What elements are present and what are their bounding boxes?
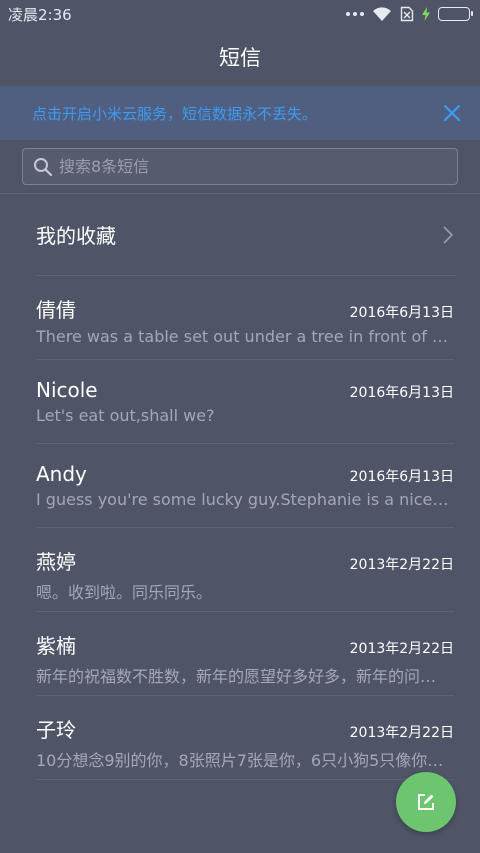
search-input[interactable] (59, 157, 439, 176)
message-date: 2013年2月22日 (349, 641, 454, 657)
favorites-label: 我的收藏 (36, 224, 116, 248)
message-preview: 嗯。收到啦。同乐同乐。 (36, 583, 213, 602)
contact-name: 子玲 (36, 718, 76, 742)
status-icons (346, 6, 473, 22)
cloud-banner-message[interactable]: 点击开启小米云服务，短信数据永不丢失。 (32, 103, 317, 124)
search-icon (34, 157, 53, 176)
page-title: 短信 (219, 46, 261, 70)
message-date: 2016年6月13日 (349, 305, 454, 321)
conversation-item[interactable]: 燕婷 2013年2月22日 嗯。收到啦。同乐同乐。 (36, 528, 454, 612)
cloud-service-banner[interactable]: 点击开启小米云服务，短信数据永不丢失。 (0, 86, 480, 140)
contact-name: 燕婷 (36, 550, 76, 574)
chevron-right-icon (443, 225, 454, 244)
conversation-item[interactable]: 倩倩 2016年6月13日 There was a table set out … (36, 276, 454, 360)
message-date: 2013年2月22日 (349, 557, 454, 573)
messages-screen: 凌晨2:36 短信 点击开启小米云服务，短信数据永不丢失。 搜索8条短信 我的收… (0, 0, 480, 853)
conversation-item[interactable]: Nicole 2016年6月13日 Let's eat out,shall we… (36, 360, 454, 444)
conversation-item[interactable]: 紫楠 2013年2月22日 新年的祝福数不胜数，新年的愿望好多好多，新年的问候千… (36, 612, 454, 696)
close-icon[interactable] (440, 101, 464, 125)
compose-icon (418, 794, 434, 810)
signal-dots-icon (346, 12, 364, 16)
contact-name: Andy (36, 462, 87, 486)
no-sim-icon (400, 6, 414, 22)
message-preview: Let's eat out,shall we? (36, 406, 215, 425)
search-box[interactable] (22, 148, 458, 185)
wifi-icon (373, 6, 391, 21)
message-date: 2016年6月13日 (349, 385, 454, 401)
compose-button[interactable] (396, 772, 456, 832)
status-time: 凌晨2:36 (8, 5, 72, 24)
charging-icon (422, 7, 430, 21)
message-date: 2013年2月22日 (349, 725, 454, 741)
favorites-row[interactable]: 我的收藏 (36, 194, 456, 276)
conversation-item[interactable]: Andy 2016年6月13日 I guess you're some luck… (36, 444, 454, 528)
app-header: 短信 (0, 28, 480, 86)
conversation-item[interactable]: 子玲 2013年2月22日 10分想念9别的你，8张照片7张是你，6只小狗5只像… (36, 696, 454, 780)
message-preview: 10分想念9别的你，8张照片7张是你，6只小狗5只像你，4季 (36, 751, 452, 770)
message-preview: There was a table set out under a tree i… (36, 327, 452, 346)
battery-icon (438, 7, 473, 21)
contact-name: Nicole (36, 378, 98, 402)
message-preview: 新年的祝福数不胜数，新年的愿望好多好多，新年的问候千言万语 (36, 667, 452, 686)
conversation-list: 倩倩 2016年6月13日 There was a table set out … (36, 276, 454, 780)
contact-name: 倩倩 (36, 298, 76, 322)
contact-name: 紫楠 (36, 634, 76, 658)
status-bar: 凌晨2:36 (0, 0, 480, 28)
message-preview: I guess you're some lucky guy.Stephanie … (36, 490, 452, 509)
message-date: 2016年6月13日 (349, 469, 454, 485)
